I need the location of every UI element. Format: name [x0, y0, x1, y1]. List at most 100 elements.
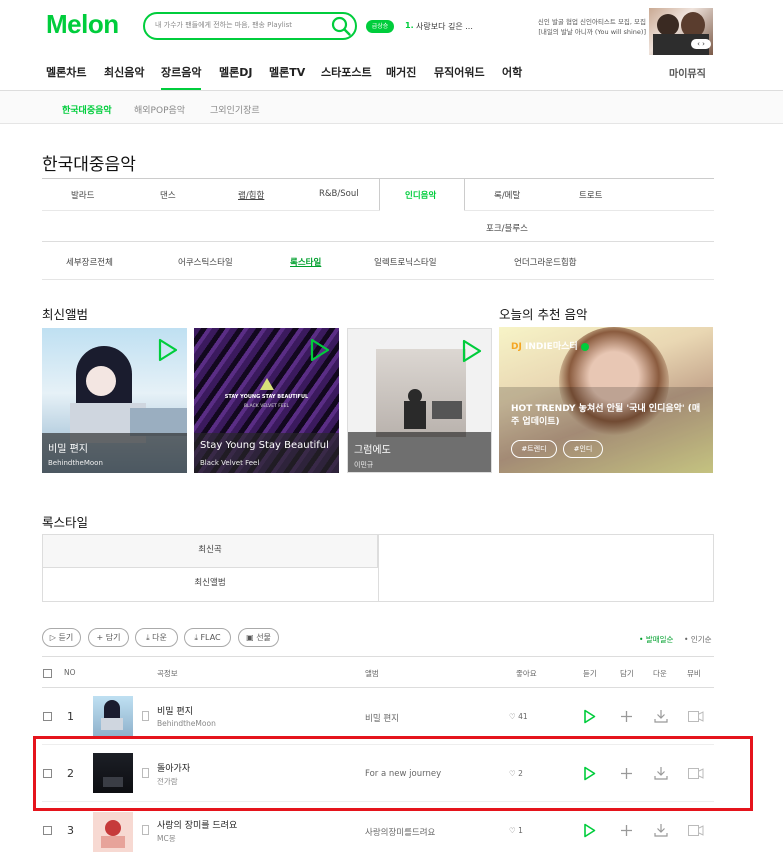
gnb-tv[interactable]: 멜론TV [269, 64, 305, 80]
genre-rnb[interactable]: R&B/Soul [319, 189, 359, 199]
gnb-language[interactable]: 어학 [502, 64, 522, 80]
album-card[interactable]: 비밀 편지 BehindtheMoon [42, 328, 187, 473]
lnb-other[interactable]: 그외인기장르 [210, 103, 260, 116]
select-all-checkbox[interactable] [43, 669, 52, 678]
download-icon[interactable] [654, 709, 668, 723]
like-button[interactable]: ♡ 41 [509, 712, 528, 721]
genre-rock[interactable]: 록/메탈 [494, 189, 520, 201]
album-artist[interactable]: 이민규 [354, 460, 373, 470]
recommend-tag[interactable]: #인디 [563, 440, 603, 458]
subgenre-rock[interactable]: 록스타일 [290, 256, 321, 268]
genre-dance[interactable]: 댄스 [160, 189, 176, 201]
add-selected-button[interactable]: + 담기 [88, 628, 129, 647]
banner-line2: [내일의 발날 아니까 (You will shine)] [538, 28, 646, 36]
row-checkbox[interactable] [43, 712, 52, 721]
mv-icon[interactable] [688, 711, 704, 722]
banner-text[interactable]: 신인 발굴 협업 신인아티스트 모집, 모집 [내일의 발날 아니까 (You … [520, 17, 646, 37]
search-icon[interactable] [330, 15, 352, 37]
recommend-description[interactable]: HOT TRENDY 놓쳐선 안될 '국내 인디음악' (매주 업데이트) [511, 403, 707, 429]
sub-nav-bar [0, 91, 783, 124]
sort-popular[interactable]: • 인기순 [684, 634, 712, 645]
recommend-title: 오늘의 추천 음악 [499, 307, 588, 322]
song-title[interactable]: 사랑의 장미를 드려요 [157, 818, 237, 831]
gnb-genre[interactable]: 장르음악 [161, 64, 202, 90]
recommend-card[interactable]: DJ INDIE마스터 HOT TRENDY 놓쳐선 안될 '국내 인디음악' … [499, 327, 713, 473]
subgenre-underground[interactable]: 언더그라운드힙합 [514, 256, 577, 268]
banner-line1: 신인 발굴 협업 신인아티스트 모집, 모집 [537, 18, 646, 26]
flac-button[interactable]: ⤓ FLAC [184, 628, 231, 647]
play-icon[interactable] [583, 823, 596, 838]
trending-badge: 급상승 [366, 20, 394, 33]
album-title[interactable]: 그럼에도 [354, 441, 391, 456]
lnb-korean[interactable]: 한국대중음악 [62, 103, 112, 116]
lnb-pop[interactable]: 해외POP음악 [134, 103, 185, 116]
album-artist[interactable]: Black Velvet Feel [200, 459, 259, 467]
play-icon[interactable] [583, 709, 596, 724]
genre-hiphop[interactable]: 랩/힙합 [238, 189, 264, 201]
melon-logo[interactable]: Melon [46, 9, 119, 40]
gnb-dj[interactable]: 멜론DJ [219, 64, 252, 80]
verified-icon [580, 342, 589, 351]
song-artist[interactable]: MC몽 [157, 833, 176, 844]
play-selected-button[interactable]: ▷ 듣기 [42, 628, 81, 647]
table-row[interactable]: 1 비밀 편지 BehindtheMoon 비밀 편지 ♡ 41 [0, 696, 783, 736]
genre-folk[interactable]: 포크/블루스 [486, 222, 528, 234]
gnb-latest[interactable]: 최신음악 [104, 64, 144, 80]
dj-icon: DJ [511, 342, 522, 352]
gnb-awards[interactable]: 뮤직어워드 [434, 64, 485, 80]
song-info-icon[interactable] [142, 711, 149, 721]
play-icon[interactable] [461, 339, 483, 363]
tab-latest-songs[interactable]: 최신곡 [42, 534, 378, 566]
download-icon[interactable] [654, 823, 668, 837]
download-selected-button[interactable]: ⤓ 다운 [135, 628, 178, 647]
mv-icon[interactable] [688, 825, 704, 836]
recommend-badge: DJ INDIE마스터 [511, 339, 589, 352]
album-name[interactable]: 사랑의장미를드려요 [365, 826, 435, 838]
play-icon[interactable] [309, 338, 331, 362]
album-card[interactable]: STAY YOUNG STAY BEAUTIFUL BLACK VELVET F… [194, 328, 339, 473]
like-count: 1 [518, 826, 523, 835]
trending-keyword[interactable]: 사랑보다 깊은 ... [416, 21, 473, 32]
subgenre-acoustic[interactable]: 어쿠스틱스타일 [178, 256, 233, 268]
highlight-box [33, 736, 753, 811]
heart-icon: ♡ [509, 826, 519, 835]
gnb-starpost[interactable]: 스타포스트 [321, 64, 372, 80]
album-card[interactable]: 그럼에도 이민규 [347, 328, 492, 473]
subgenre-divider [42, 279, 714, 280]
add-icon[interactable] [620, 824, 633, 837]
song-title[interactable]: 비밀 편지 [157, 704, 193, 717]
album-title[interactable]: Stay Young Stay Beautiful [200, 440, 329, 451]
song-artist[interactable]: BehindtheMoon [157, 719, 216, 728]
table-row[interactable]: 3 사랑의 장미를 드려요 MC몽 사랑의장미를드려요 ♡ 1 [0, 810, 783, 852]
album-thumbnail[interactable] [93, 812, 133, 852]
col-album: 앨범 [365, 669, 379, 678]
album-title[interactable]: 비밀 편지 [48, 440, 88, 455]
album-artist[interactable]: BehindtheMoon [48, 459, 103, 467]
genre-indie[interactable]: 인디음악 [405, 189, 436, 201]
sort-popular-label: 인기순 [690, 635, 712, 644]
song-info-icon[interactable] [142, 825, 149, 835]
gnb-chart[interactable]: 멜론차트 [46, 64, 86, 80]
tab-latest-albums[interactable]: 최신앨범 [42, 567, 378, 599]
subgenre-electronic[interactable]: 일렉트로닉스타일 [374, 256, 437, 268]
album-cover-subtext: BLACK VELVET FEEL [243, 404, 290, 409]
genre-ballad[interactable]: 발라드 [71, 189, 94, 201]
col-listen: 듣기 [583, 669, 597, 678]
add-icon[interactable] [620, 710, 633, 723]
col-song: 곡정보 [157, 669, 178, 678]
row-checkbox[interactable] [43, 826, 52, 835]
subgenre-all[interactable]: 세부장르전체 [66, 256, 113, 268]
album-thumbnail[interactable] [93, 696, 133, 736]
recommend-tag[interactable]: #트렌디 [511, 440, 557, 458]
gnb-magazine[interactable]: 매거진 [386, 64, 416, 80]
genre-trot[interactable]: 트로트 [579, 189, 602, 201]
like-button[interactable]: ♡ 1 [509, 826, 523, 835]
play-icon[interactable] [157, 338, 179, 362]
album-name[interactable]: 비밀 편지 [365, 712, 399, 724]
my-music-link[interactable]: 마이뮤직 [669, 65, 706, 80]
download-selected-label: 다운 [152, 633, 167, 642]
banner-nav-arrows[interactable]: ‹ › [691, 39, 711, 49]
gift-button[interactable]: ▣ 선물 [238, 628, 279, 647]
sort-release[interactable]: • 발매일순 [639, 634, 673, 645]
sort-dot-icon: • [639, 635, 646, 644]
